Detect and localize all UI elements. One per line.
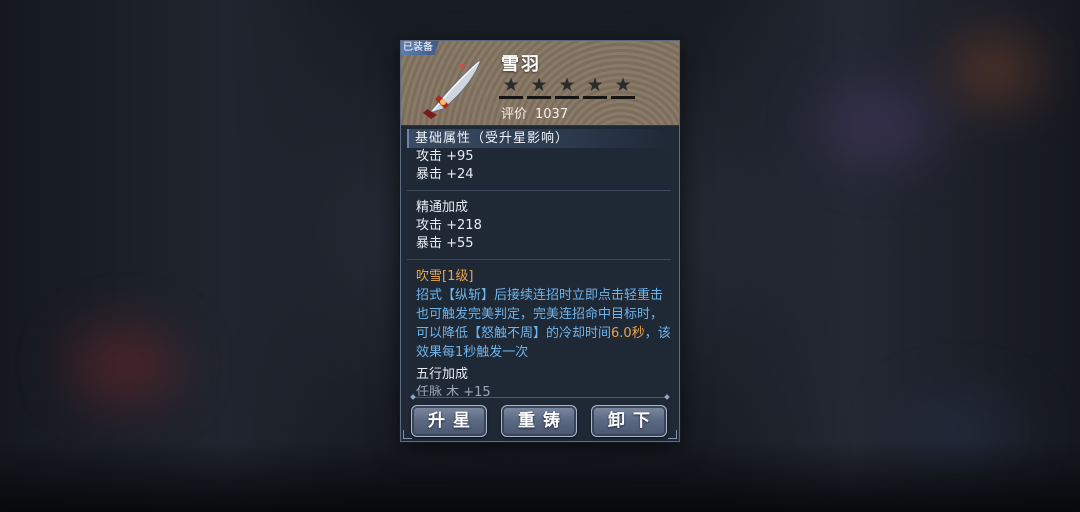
skill-cooldown-value: 6.0秒 [611,326,645,341]
item-name: 雪羽 [501,54,541,75]
item-rating: 评价 1037 [501,103,576,122]
base-attribute-crit: 暴击 +24 [416,167,474,182]
mastery-title: 精通加成 [416,200,469,215]
star-icon: ★ [530,74,548,96]
rating-label: 评价 [501,107,528,122]
rating-value: 1037 [535,107,569,122]
section-divider [407,259,671,260]
background-glow-orange [950,40,1040,100]
background-glow-purple [820,90,940,160]
star-slot: ★ [583,75,607,99]
corner-ornament [668,430,677,439]
base-attributes-title: 基础属性（受升星影响） [407,129,673,148]
background-glow-red [70,330,180,400]
mastery-crit: 暴击 +55 [416,236,474,251]
star-slot: ★ [527,75,551,99]
mastery-attack: 攻击 +218 [416,218,482,233]
reforge-button[interactable]: 重铸 [501,405,577,437]
star-rating: ★ ★ ★ ★ ★ [499,75,635,99]
scroll-indicator[interactable] [413,397,667,398]
item-header: 已装备 雪羽 ★ ★ ★ ★ ★ 评价 1037 [401,41,679,126]
star-slot: ★ [499,75,523,99]
unequip-button[interactable]: 卸下 [591,405,667,437]
sword-icon [423,57,482,119]
upgrade-star-button[interactable]: 升星 [411,405,487,437]
base-attribute-attack: 攻击 +95 [416,149,474,164]
corner-ornament [403,430,412,439]
star-icon: ★ [502,74,520,96]
section-divider [407,190,671,191]
star-icon: ★ [614,74,632,96]
background-bottom-shade [0,442,1080,512]
equipment-detail-panel: 已装备 雪羽 ★ ★ ★ ★ ★ 评价 1037 基础属性（受升星影响） 攻击 +… [400,40,680,442]
five-elements-title: 五行加成 [416,367,469,382]
star-icon: ★ [558,74,576,96]
background-left [0,0,380,512]
five-elements-row: 任脉 木 +15 [416,385,491,396]
attribute-scroll-area[interactable]: 基础属性（受升星影响） 攻击 +95 暴击 +24 精通加成 攻击 +218 暴… [407,129,673,397]
skill-description: 招式【纵斩】后接续连招时立即点击轻重击也可触发完美判定，完美连招命中目标时，可以… [407,286,673,362]
star-slot: ★ [611,75,635,99]
star-icon: ★ [586,74,604,96]
skill-title: 吹雪[1级] [416,269,474,284]
star-slot: ★ [555,75,579,99]
